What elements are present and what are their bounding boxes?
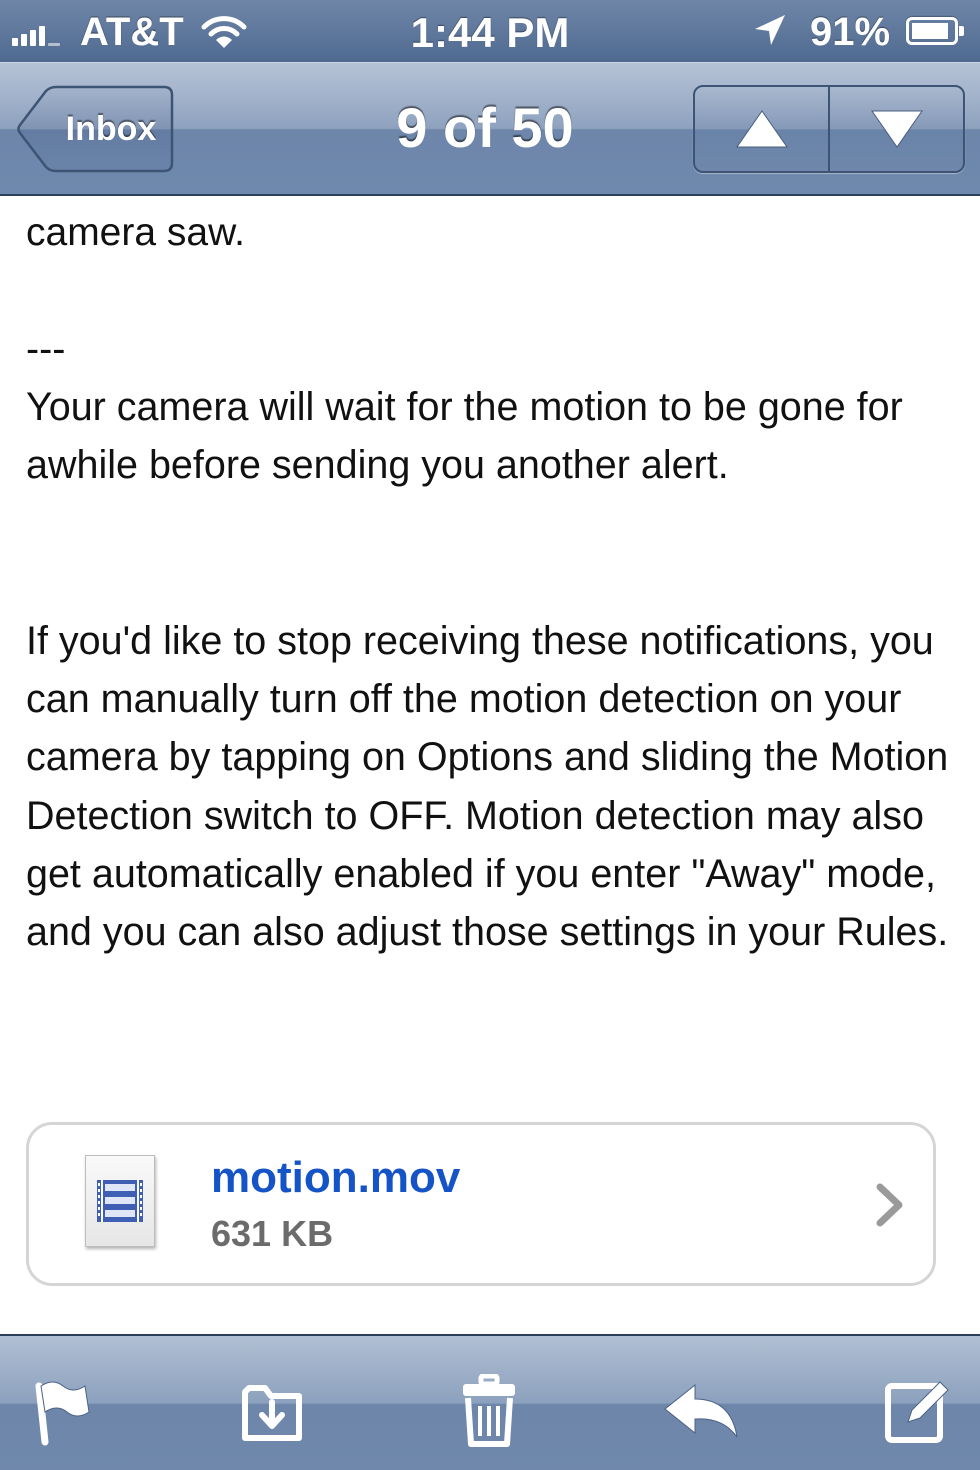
up-arrow-icon (735, 110, 788, 148)
prev-next-control (693, 85, 965, 173)
previous-message-button[interactable] (695, 87, 828, 171)
attachment-file-size: 631 KB (211, 1213, 334, 1254)
message-paragraph: If you'd like to stop receiving these no… (26, 619, 949, 955)
compose-icon (885, 1381, 949, 1443)
location-icon (752, 12, 788, 58)
trash-icon (463, 1374, 515, 1447)
battery-percent: 91% (810, 10, 891, 54)
status-bar: AT&T 1:44 PM 91% (0, 0, 980, 62)
battery-icon (906, 17, 964, 45)
flag-button[interactable] (18, 1366, 108, 1456)
message-position-title: 9 of 50 (396, 96, 574, 159)
reply-icon (664, 1383, 738, 1438)
next-message-button[interactable] (828, 87, 963, 171)
message-body: camera saw. --- Your camera will wait fo… (0, 196, 980, 1334)
trash-button[interactable] (444, 1366, 534, 1456)
inbox-back-button[interactable]: Inbox (16, 85, 174, 173)
message-toolbar (0, 1334, 980, 1470)
attachment-file-name: motion.mov (211, 1153, 461, 1202)
back-button-label: Inbox (65, 110, 157, 148)
down-arrow-icon (870, 110, 923, 148)
move-to-folder-button[interactable] (228, 1366, 318, 1456)
compose-button[interactable] (872, 1366, 962, 1456)
reply-button[interactable] (656, 1366, 746, 1456)
move-to-folder-icon (242, 1385, 302, 1441)
flag-icon (35, 1381, 90, 1446)
movie-file-icon (85, 1155, 155, 1247)
message-paragraph: Your camera will wait for the motion to … (26, 385, 903, 488)
cut-off-text: camera saw. (26, 211, 245, 254)
chevron-right-icon (875, 1183, 905, 1232)
separator: --- (26, 327, 66, 371)
nav-bar: Inbox 9 of 50 (0, 62, 980, 196)
attachment-row[interactable]: motion.mov 631 KB (26, 1122, 936, 1286)
